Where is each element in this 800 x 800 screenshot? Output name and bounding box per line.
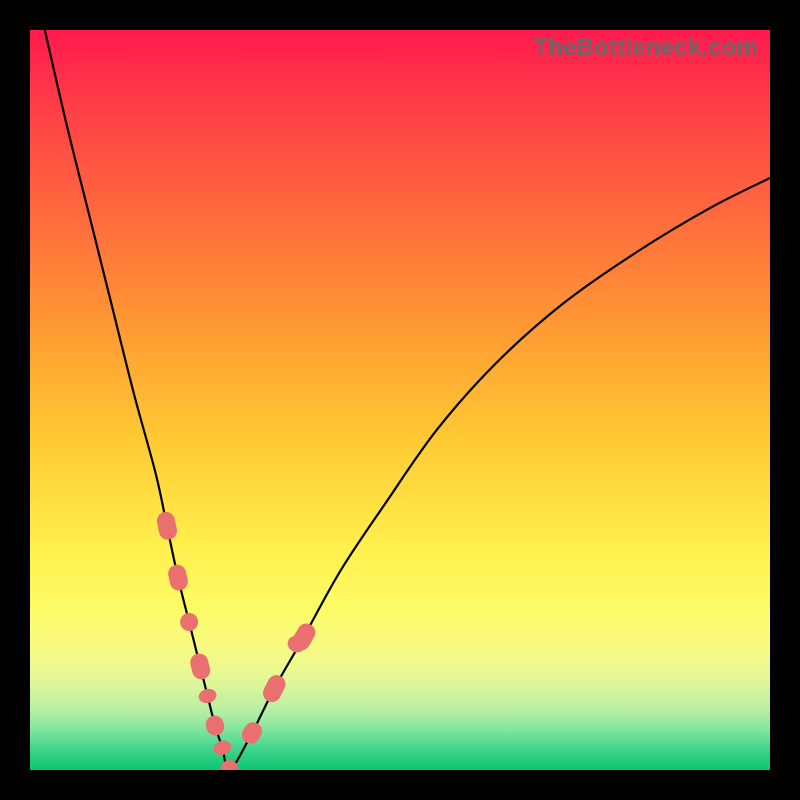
curve-marker <box>204 714 226 738</box>
marker-group <box>155 510 318 770</box>
curve-marker <box>155 510 178 541</box>
curve-marker <box>166 563 189 592</box>
curve-marker <box>212 738 234 757</box>
curve-marker <box>188 652 212 682</box>
curve-marker <box>197 687 218 705</box>
bottleneck-curve <box>45 30 770 770</box>
curve-marker <box>260 672 289 705</box>
curve-marker <box>239 719 266 747</box>
chart-frame: TheBottleneck.com <box>0 0 800 800</box>
curve-layer <box>30 30 770 770</box>
curve-marker <box>178 611 200 633</box>
plot-area: TheBottleneck.com <box>30 30 770 770</box>
